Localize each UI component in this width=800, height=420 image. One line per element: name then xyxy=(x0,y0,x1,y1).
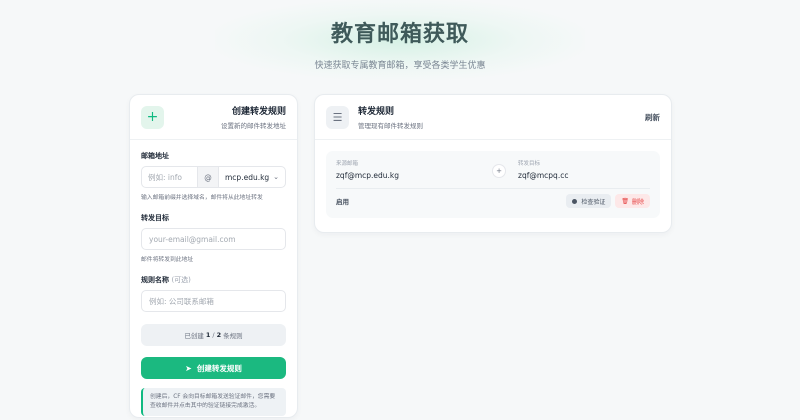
domain-select[interactable]: mcp.edu.kg ⌄ xyxy=(219,167,285,187)
status-dot-icon xyxy=(572,198,578,204)
optional-tag: (可选) xyxy=(171,276,191,284)
create-rule-subtitle: 设置新的邮件转发地址 xyxy=(221,122,286,130)
delete-rule-button[interactable]: 🗑 删除 xyxy=(615,194,650,208)
rule-name-label: 规则名称 (可选) xyxy=(141,275,286,285)
rule-name-label-text: 规则名称 xyxy=(141,276,169,284)
create-rule-card: + 创建转发规则 设置新的邮件转发地址 邮箱地址 例如: info @ mcp.… xyxy=(129,94,298,418)
page-title: 教育邮箱获取 xyxy=(330,22,469,47)
rule-count-suffix: 条规则 xyxy=(223,332,243,340)
rule-status: 启用 xyxy=(336,198,349,206)
create-rule-form: 邮箱地址 例如: info @ mcp.edu.kg ⌄ 输入邮箱前缀并选择域名… xyxy=(130,140,297,416)
rule-item: 来源邮箱 zqf@mcp.edu.kg + 转发目标 zqf@mcpq.cc 启… xyxy=(326,151,660,218)
rule-count-prefix: 已创建 xyxy=(184,332,204,340)
hero: 教育邮箱获取 快速获取专属教育邮箱，享受各类学生优惠 xyxy=(0,0,800,71)
plus-icon: + xyxy=(492,164,507,178)
rule-source-value: zqf@mcp.edu.kg xyxy=(336,171,400,180)
domain-value: mcp.edu.kg xyxy=(225,172,270,182)
email-input-group: 例如: info @ mcp.edu.kg ⌄ xyxy=(141,166,286,188)
forward-hint: 邮件将转发到此地址 xyxy=(141,257,194,263)
create-rule-button[interactable]: ➤ 创建转发规则 xyxy=(141,357,286,379)
rule-name-input[interactable]: 例如: 公司联系邮箱 xyxy=(141,290,286,312)
check-verification-button[interactable]: 检查验证 xyxy=(566,194,612,208)
rule-count-max: 2 xyxy=(216,331,222,339)
email-hint: 输入邮箱前缀并选择域名，邮件将从此地址转发 xyxy=(141,195,263,201)
chevron-down-icon: ⌄ xyxy=(273,173,279,181)
rules-title: 转发规则 xyxy=(358,107,395,117)
create-rule-header: + 创建转发规则 设置新的邮件转发地址 xyxy=(130,95,297,140)
check-verification-label: 检查验证 xyxy=(581,198,606,206)
rule-source: 来源邮箱 zqf@mcp.edu.kg xyxy=(336,159,399,180)
page-subtitle: 快速获取专属教育邮箱，享受各类学生优惠 xyxy=(314,61,486,71)
email-label: 邮箱地址 xyxy=(141,152,169,160)
delete-rule-label: 删除 xyxy=(631,198,644,206)
rule-source-label: 来源邮箱 xyxy=(336,161,359,167)
at-symbol: @ xyxy=(197,167,219,187)
forward-label: 转发目标 xyxy=(141,214,169,222)
create-rule-button-label: 创建转发规则 xyxy=(196,363,242,373)
rule-target-value: zqf@mcpq.cc xyxy=(518,171,569,180)
verification-note: 创建后，CF 会向目标邮箱发送验证邮件，您需要查收邮件并点击其中的验证链接完成激… xyxy=(141,388,286,416)
rule-target-label: 转发目标 xyxy=(518,161,541,167)
email-prefix-input[interactable]: 例如: info xyxy=(142,167,197,187)
list-icon: ☰ xyxy=(326,105,349,129)
rules-header: ☰ 转发规则 管理现有邮件转发规则 刷新 xyxy=(315,95,671,140)
forward-target-input[interactable]: your-email@gmail.com xyxy=(141,228,286,250)
rules-card: ☰ 转发规则 管理现有邮件转发规则 刷新 来源邮箱 zqf@mcp.edu.kg… xyxy=(314,94,672,233)
rule-count-current: 1 xyxy=(205,331,211,339)
send-icon: ➤ xyxy=(185,363,192,373)
plus-icon: + xyxy=(141,105,164,129)
rule-count: 已创建 1 / 2 条规则 xyxy=(141,324,286,346)
create-rule-title: 创建转发规则 xyxy=(231,107,286,117)
rule-target: 转发目标 zqf@mcpq.cc xyxy=(518,159,568,180)
rule-count-sep: / xyxy=(212,331,215,339)
rules-subtitle: 管理现有邮件转发规则 xyxy=(358,122,423,130)
trash-icon: 🗑 xyxy=(621,197,629,205)
refresh-button[interactable]: 刷新 xyxy=(645,112,660,123)
